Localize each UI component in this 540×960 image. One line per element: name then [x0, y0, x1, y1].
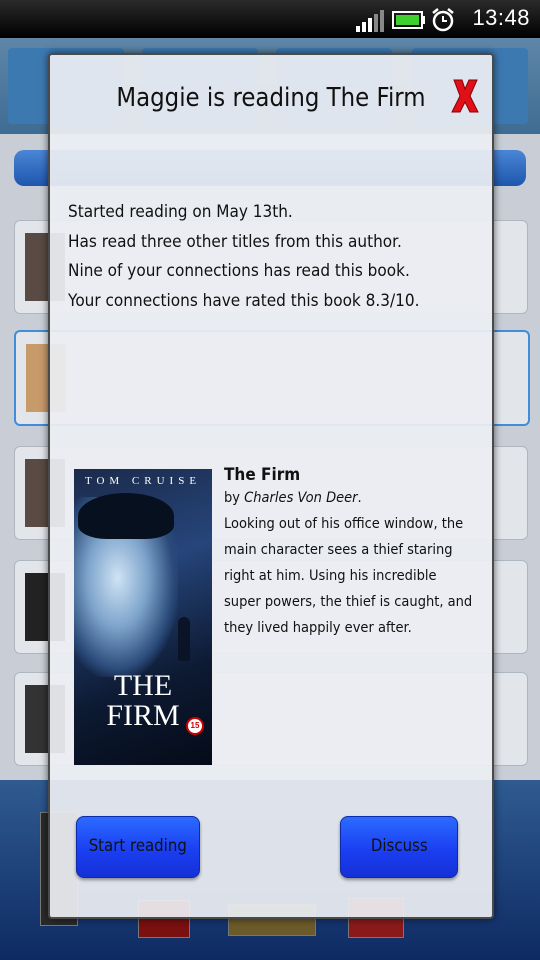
cover-silhouette-image [178, 617, 190, 661]
dialog-title: Maggie is reading The Firm [116, 83, 426, 113]
book-byline: by Charles Von Deer. [224, 485, 474, 511]
book-title: The Firm [224, 465, 301, 485]
status-bar: 13:48 [0, 0, 540, 38]
book-cover: TOM CRUISE THE FIRM 15 [74, 469, 212, 765]
book-author: Charles Von Deer [244, 490, 358, 506]
stat-started: Started reading on May 13th. [68, 202, 293, 222]
book-info: The Firm by Charles Von Deer. Looking ou… [224, 465, 474, 641]
status-time: 13:48 [472, 5, 530, 30]
signal-icon [356, 10, 384, 32]
reading-stats: Started reading on May 13th. Has read th… [68, 198, 459, 316]
cover-hair-image [78, 493, 174, 539]
cover-actor: TOM CRUISE [84, 475, 202, 487]
cover-title-line1: THE [113, 669, 173, 702]
discuss-button[interactable]: Discuss [340, 816, 458, 878]
book-author-suffix: . [357, 490, 362, 506]
book-description: Looking out of his office window, the ma… [224, 516, 473, 636]
book-by-prefix: by [224, 490, 245, 506]
stat-connections-read: Nine of your connections has read this b… [68, 261, 410, 281]
stat-connections-rating: Your connections have rated this book 8.… [68, 290, 420, 311]
cover-rating-badge: 15 [186, 717, 204, 735]
reading-dialog: Maggie is reading The Firm Started readi… [48, 53, 494, 919]
close-x-icon[interactable] [450, 77, 480, 115]
alarm-icon [432, 8, 454, 32]
discuss-label: Discuss [370, 836, 428, 856]
stat-author-titles: Has read three other titles from this au… [68, 231, 402, 252]
battery-icon [392, 11, 425, 29]
start-reading-button[interactable]: Start reading [76, 816, 200, 878]
start-reading-label: Start reading [88, 836, 188, 856]
